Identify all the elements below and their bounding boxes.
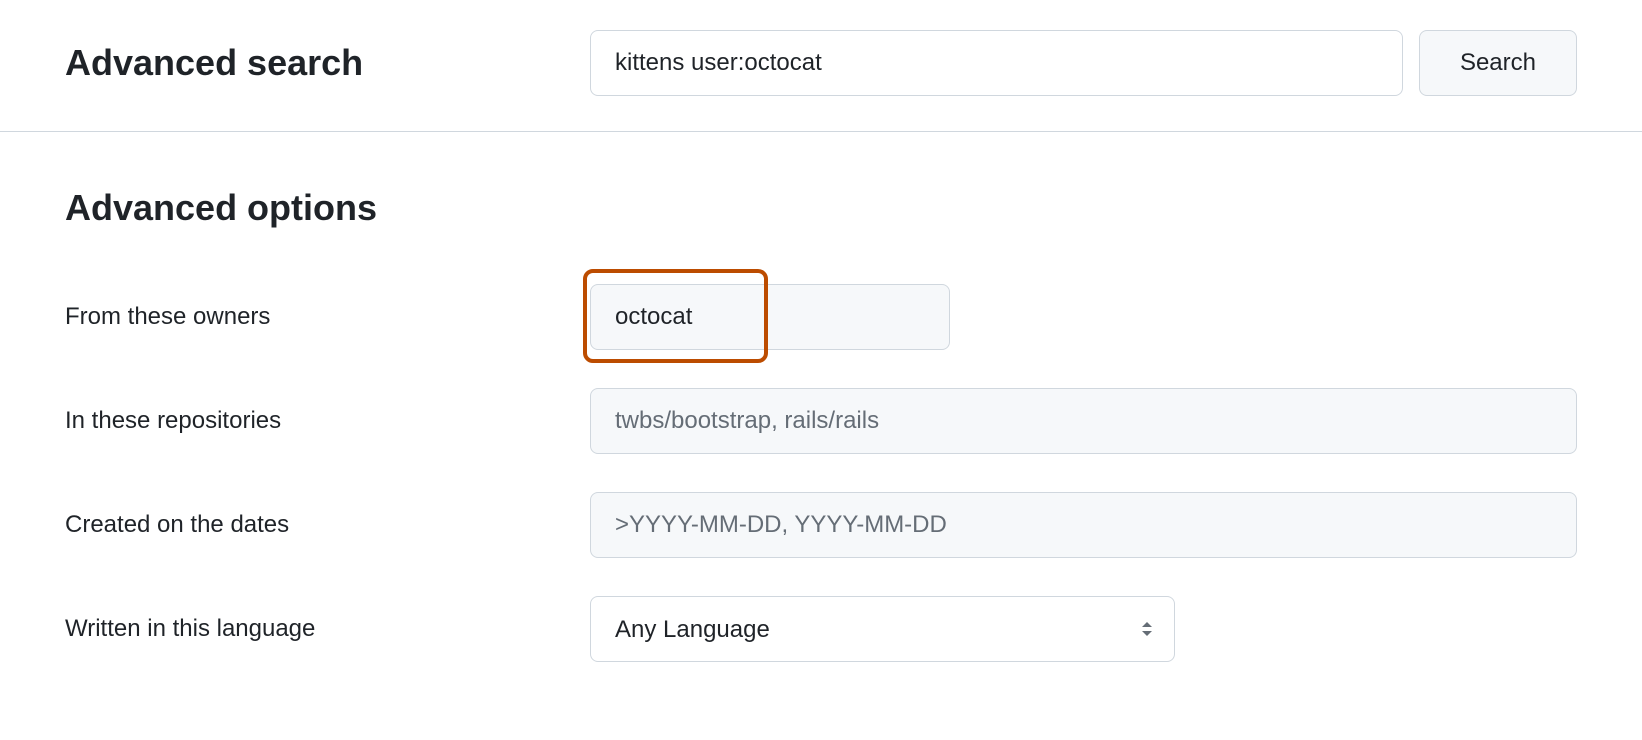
advanced-options-section: Advanced options From these owners In th… bbox=[0, 132, 1642, 740]
language-label: Written in this language bbox=[65, 615, 590, 643]
dates-label: Created on the dates bbox=[65, 511, 590, 539]
search-row: Search bbox=[590, 30, 1577, 96]
owners-input-wrapper bbox=[590, 284, 1577, 350]
owners-input[interactable] bbox=[590, 284, 950, 350]
form-row-language: Written in this language Any Language bbox=[65, 596, 1577, 662]
page-title: Advanced search bbox=[65, 42, 590, 84]
language-select[interactable]: Any Language bbox=[590, 596, 1175, 662]
search-input[interactable] bbox=[590, 30, 1403, 96]
dates-input[interactable] bbox=[590, 492, 1577, 558]
form-row-repositories: In these repositories bbox=[65, 388, 1577, 454]
repositories-input[interactable] bbox=[590, 388, 1577, 454]
language-select-wrapper: Any Language bbox=[590, 596, 1175, 662]
form-row-dates: Created on the dates bbox=[65, 492, 1577, 558]
advanced-search-header: Advanced search Search bbox=[0, 0, 1642, 132]
repositories-label: In these repositories bbox=[65, 407, 590, 435]
owners-label: From these owners bbox=[65, 303, 590, 331]
search-button[interactable]: Search bbox=[1419, 30, 1577, 96]
section-title: Advanced options bbox=[65, 187, 1577, 229]
form-row-owners: From these owners bbox=[65, 284, 1577, 350]
